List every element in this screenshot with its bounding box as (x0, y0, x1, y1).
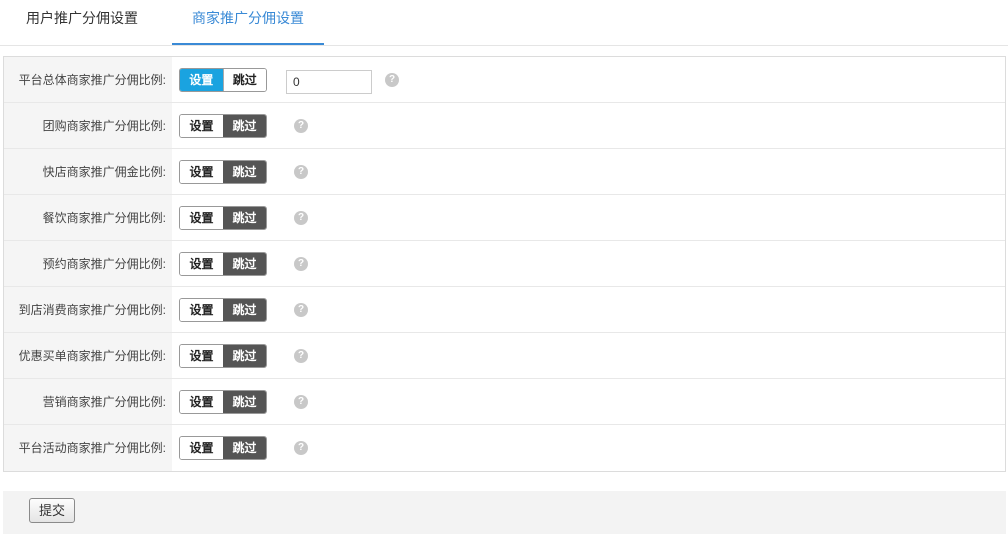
help-icon[interactable]: ? (294, 349, 308, 363)
row-label: 营销商家推广分佣比例: (4, 379, 172, 424)
set-skip-toggle[interactable]: 设置 跳过 (179, 114, 267, 138)
set-option[interactable]: 设置 (180, 161, 223, 183)
set-option[interactable]: 设置 (180, 69, 223, 91)
form-row-group-buy: 团购商家推广分佣比例: 设置 跳过 ? (4, 103, 1005, 149)
row-label: 快店商家推广佣金比例: (4, 149, 172, 194)
skip-option[interactable]: 跳过 (222, 69, 266, 91)
help-icon[interactable]: ? (294, 211, 308, 225)
form-row-reservation: 预约商家推广分佣比例: 设置 跳过 ? (4, 241, 1005, 287)
row-label: 餐饮商家推广分佣比例: (4, 195, 172, 240)
skip-option[interactable]: 跳过 (223, 161, 266, 183)
form-row-catering: 餐饮商家推广分佣比例: 设置 跳过 ? (4, 195, 1005, 241)
set-option[interactable]: 设置 (180, 437, 223, 459)
help-icon[interactable]: ? (385, 73, 399, 87)
row-label: 到店消费商家推广分佣比例: (4, 287, 172, 332)
form-row-in-store: 到店消费商家推广分佣比例: 设置 跳过 ? (4, 287, 1005, 333)
set-option[interactable]: 设置 (180, 207, 223, 229)
help-icon[interactable]: ? (294, 119, 308, 133)
row-label: 预约商家推广分佣比例: (4, 241, 172, 286)
row-label: 平台总体商家推广分佣比例: (4, 57, 172, 102)
set-skip-toggle[interactable]: 设置 跳过 (179, 436, 267, 460)
skip-option[interactable]: 跳过 (223, 345, 266, 367)
settings-form: 平台总体商家推广分佣比例: 设置 跳过 ? 团购商家推广分佣比例: 设置 跳过 … (3, 56, 1006, 472)
form-row-marketing: 营销商家推广分佣比例: 设置 跳过 ? (4, 379, 1005, 425)
skip-option[interactable]: 跳过 (223, 299, 266, 321)
submit-button[interactable]: 提交 (29, 498, 75, 523)
set-skip-toggle[interactable]: 设置 跳过 (179, 252, 267, 276)
set-option[interactable]: 设置 (180, 345, 223, 367)
set-option[interactable]: 设置 (180, 115, 223, 137)
skip-option[interactable]: 跳过 (223, 207, 266, 229)
set-option[interactable]: 设置 (180, 299, 223, 321)
tab-user-commission[interactable]: 用户推广分佣设置 (10, 0, 154, 45)
help-icon[interactable]: ? (294, 257, 308, 271)
set-option[interactable]: 设置 (180, 253, 223, 275)
help-icon[interactable]: ? (294, 303, 308, 317)
set-skip-toggle[interactable]: 设置 跳过 (179, 68, 267, 92)
row-label: 优惠买单商家推广分佣比例: (4, 333, 172, 378)
set-skip-toggle[interactable]: 设置 跳过 (179, 344, 267, 368)
skip-option[interactable]: 跳过 (223, 115, 266, 137)
tab-merchant-commission[interactable]: 商家推广分佣设置 (172, 0, 324, 45)
ratio-input[interactable] (286, 70, 372, 94)
form-footer: 提交 (3, 491, 1006, 534)
help-icon[interactable]: ? (294, 441, 308, 455)
set-skip-toggle[interactable]: 设置 跳过 (179, 390, 267, 414)
set-option[interactable]: 设置 (180, 391, 223, 413)
skip-option[interactable]: 跳过 (223, 391, 266, 413)
set-skip-toggle[interactable]: 设置 跳过 (179, 160, 267, 184)
form-row-platform-activity: 平台活动商家推广分佣比例: 设置 跳过 ? (4, 425, 1005, 471)
form-row-quick-shop: 快店商家推广佣金比例: 设置 跳过 ? (4, 149, 1005, 195)
row-label: 平台活动商家推广分佣比例: (4, 425, 172, 471)
skip-option[interactable]: 跳过 (223, 437, 266, 459)
help-icon[interactable]: ? (294, 165, 308, 179)
set-skip-toggle[interactable]: 设置 跳过 (179, 298, 267, 322)
form-row-platform-total: 平台总体商家推广分佣比例: 设置 跳过 ? (4, 57, 1005, 103)
help-icon[interactable]: ? (294, 395, 308, 409)
set-skip-toggle[interactable]: 设置 跳过 (179, 206, 267, 230)
form-row-discount-pay: 优惠买单商家推广分佣比例: 设置 跳过 ? (4, 333, 1005, 379)
tab-bar: 用户推广分佣设置 商家推广分佣设置 (0, 0, 1008, 46)
skip-option[interactable]: 跳过 (223, 253, 266, 275)
row-label: 团购商家推广分佣比例: (4, 103, 172, 148)
